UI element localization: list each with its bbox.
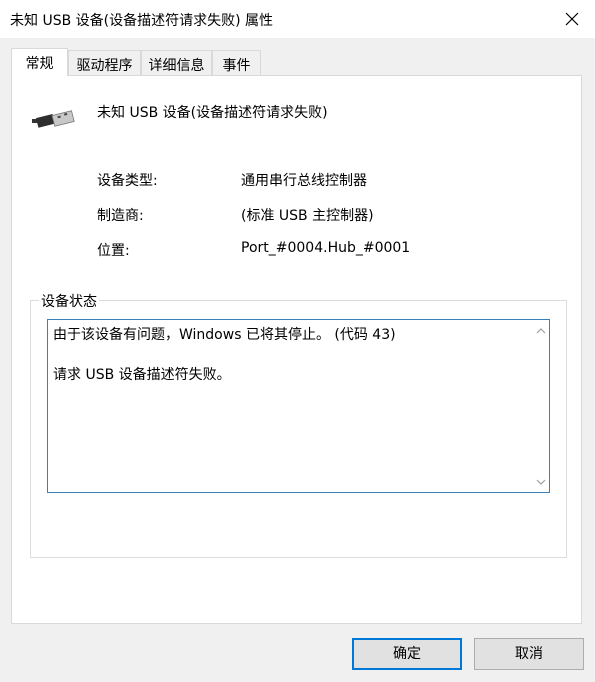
- manufacturer-value: (标准 USB 主控制器): [241, 208, 374, 224]
- status-line: 请求 USB 设备描述符失败。: [53, 367, 231, 383]
- manufacturer-label: 制造商:: [97, 208, 144, 224]
- status-scrollbar[interactable]: [532, 320, 549, 492]
- scroll-down-button[interactable]: [532, 473, 549, 490]
- status-line: 由于该设备有问题，Windows 已将其停止。 (代码 43): [53, 327, 396, 343]
- close-button[interactable]: [549, 0, 595, 38]
- window-title: 未知 USB 设备(设备描述符请求失败) 属性: [10, 13, 274, 29]
- general-tab-panel: 未知 USB 设备(设备描述符请求失败) 设备类型: 通用串行总线控制器 制造商…: [11, 75, 582, 624]
- device-type-value: 通用串行总线控制器: [241, 173, 367, 189]
- chevron-down-icon: [536, 479, 545, 485]
- cancel-button[interactable]: 取消: [474, 638, 584, 670]
- tab-driver[interactable]: 驱动程序: [68, 50, 141, 75]
- device-type-label: 设备类型:: [97, 173, 158, 189]
- ok-button[interactable]: 确定: [352, 638, 462, 670]
- title-bar[interactable]: 未知 USB 设备(设备描述符请求失败) 属性: [0, 0, 595, 38]
- location-value: Port_#0004.Hub_#0001: [241, 240, 411, 256]
- tab-details[interactable]: 详细信息: [141, 50, 212, 75]
- device-status-textbox[interactable]: 由于该设备有问题，Windows 已将其停止。 (代码 43) 请求 USB 设…: [47, 319, 550, 493]
- chevron-up-icon: [536, 327, 545, 333]
- close-icon: [565, 12, 579, 26]
- device-name: 未知 USB 设备(设备描述符请求失败): [97, 105, 328, 121]
- usb-plug-icon: [32, 110, 75, 128]
- location-label: 位置:: [97, 243, 130, 259]
- device-status-group: 设备状态 由于该设备有问题，Windows 已将其停止。 (代码 43) 请求 …: [30, 291, 567, 558]
- device-status-label: 设备状态: [39, 291, 99, 311]
- tab-general[interactable]: 常规: [11, 48, 68, 76]
- properties-dialog: 未知 USB 设备(设备描述符请求失败) 属性 常规 驱动程序 详细信息 事件 …: [0, 0, 595, 682]
- scroll-up-button[interactable]: [532, 322, 549, 339]
- tab-events[interactable]: 事件: [212, 50, 261, 75]
